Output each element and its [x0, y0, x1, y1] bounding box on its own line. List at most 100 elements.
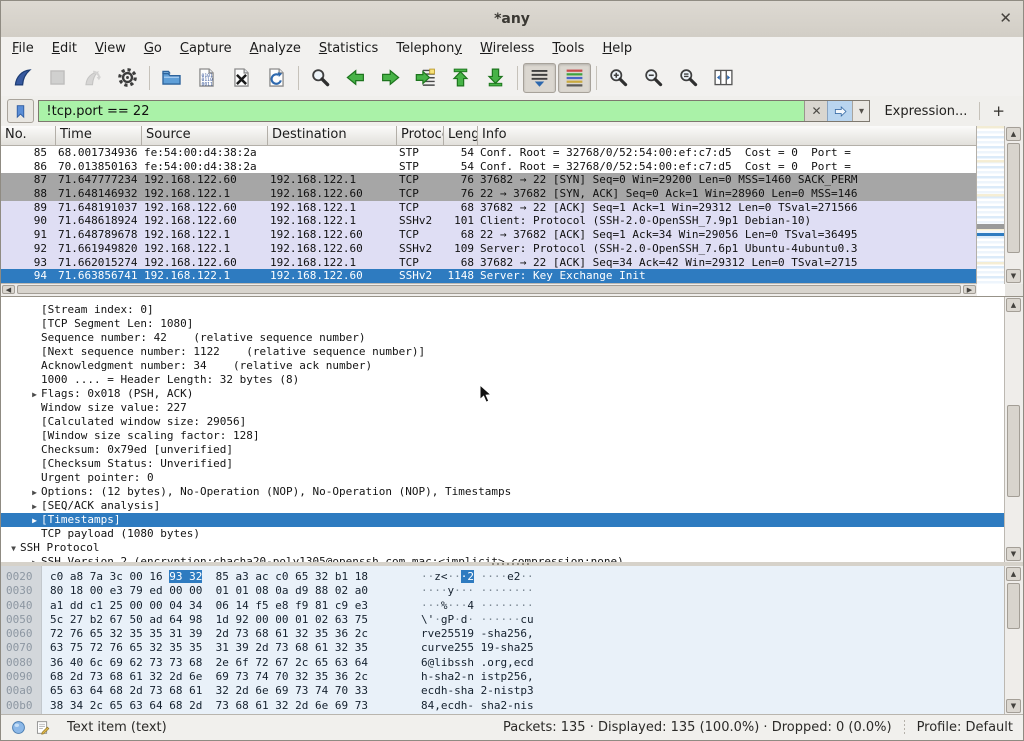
resize-columns-button[interactable]	[707, 63, 740, 93]
detail-line[interactable]: Urgent pointer: 0	[1, 471, 1006, 485]
hex-row[interactable]: 006072 76 65 32 35 35 31 39 2d 73 68 61 …	[1, 627, 1006, 641]
packet-list-vscrollbar[interactable]: ▲ ▼	[1004, 126, 1023, 284]
display-filter-input[interactable]: !tcp.port == 22	[39, 104, 804, 119]
detail-line[interactable]: [Checksum Status: Unverified]	[1, 457, 1006, 471]
packet-row[interactable]: 9171.648789678192.168.122.1192.168.122.6…	[1, 228, 977, 242]
scroll-up-icon[interactable]: ▲	[1006, 127, 1021, 141]
column-header-info[interactable]: Info	[478, 126, 977, 146]
save-file-button[interactable]: 010101100011	[190, 63, 223, 93]
capture-comment-button[interactable]	[35, 720, 50, 735]
packet-row[interactable]: 8971.648191037192.168.122.60192.168.122.…	[1, 201, 977, 215]
detail-line[interactable]: ▶[SEQ/ACK analysis]	[1, 499, 1006, 513]
hex-row[interactable]: 00a065 63 64 68 2d 73 68 61 32 2d 6e 69 …	[1, 684, 1006, 698]
zoom-100-button[interactable]	[672, 63, 705, 93]
packet-row[interactable]: 9471.663856741192.168.122.1192.168.122.6…	[1, 269, 977, 283]
tree-expander-right-icon[interactable]: ▶	[28, 486, 41, 500]
menu-tools[interactable]: Tools	[543, 39, 593, 58]
hex-row[interactable]: 00505c 27 b2 67 50 ad 64 98 1d 92 00 00 …	[1, 613, 1006, 627]
capture-start-button[interactable]	[6, 63, 39, 93]
status-profile[interactable]: Profile: Default	[917, 720, 1013, 735]
detail-vscrollbar[interactable]: ▲ ▼	[1004, 297, 1023, 562]
detail-line[interactable]: ▼SSH Protocol	[1, 541, 1006, 555]
hex-row[interactable]: 007063 75 72 76 65 32 35 35 31 39 2d 73 …	[1, 641, 1006, 655]
scroll-up-icon[interactable]: ▲	[1006, 298, 1021, 312]
hex-row[interactable]: 009068 2d 73 68 61 32 2d 6e 69 73 74 70 …	[1, 670, 1006, 684]
tree-expander-right-icon[interactable]: ▶	[28, 388, 41, 402]
hex-row[interactable]: 008036 40 6c 69 62 73 73 68 2e 6f 72 67 …	[1, 656, 1006, 670]
go-to-packet-button[interactable]	[409, 63, 442, 93]
detail-line[interactable]: ▶SSH Version 2 (encryption:chacha20-poly…	[1, 555, 1006, 562]
packet-row[interactable]: 9271.661949820192.168.122.1192.168.122.6…	[1, 242, 977, 256]
detail-line[interactable]: Acknowledgment number: 34 (relative ack …	[1, 359, 1006, 373]
hex-row[interactable]: 00b038 34 2c 65 63 64 68 2d 73 68 61 32 …	[1, 699, 1006, 713]
packet-row[interactable]: 9071.648618924192.168.122.60192.168.122.…	[1, 214, 977, 228]
filter-clear-icon[interactable]: ✕	[804, 101, 827, 121]
scroll-up-icon[interactable]: ▲	[1006, 567, 1021, 581]
hex-row[interactable]: 003080 18 00 e3 79 ed 00 00 01 01 08 0a …	[1, 584, 1006, 598]
detail-line[interactable]: Window size value: 227	[1, 401, 1006, 415]
filter-apply-button[interactable]	[827, 101, 852, 121]
detail-line[interactable]: TCP payload (1080 bytes)	[1, 527, 1006, 541]
detail-line[interactable]: Checksum: 0x79ed [unverified]	[1, 443, 1006, 457]
menu-view[interactable]: View	[86, 39, 135, 58]
reload-file-button[interactable]	[260, 63, 293, 93]
bytes-vscroll-thumb[interactable]	[1007, 583, 1020, 629]
scroll-down-icon[interactable]: ▼	[1006, 547, 1021, 561]
auto-scroll-button[interactable]	[523, 63, 556, 93]
filter-bookmark-button[interactable]	[7, 99, 34, 123]
menu-edit[interactable]: Edit	[43, 39, 86, 58]
minimap-viewport[interactable]	[977, 224, 1005, 229]
zoom-out-button[interactable]	[637, 63, 670, 93]
detail-line[interactable]: ▶[Timestamps]	[1, 513, 1006, 527]
menu-wireless[interactable]: Wireless	[471, 39, 543, 58]
menu-go[interactable]: Go	[135, 39, 171, 58]
scroll-down-icon[interactable]: ▼	[1006, 269, 1021, 283]
display-filter-field[interactable]: !tcp.port == 22 ✕ ▾	[38, 100, 870, 122]
expression-button[interactable]: Expression...	[870, 104, 979, 119]
packet-row[interactable]: 8670.013850163fe:54:00:d4:38:2aSTP54Conf…	[1, 160, 977, 174]
detail-line[interactable]: [Stream index: 0]	[1, 303, 1006, 317]
filter-dropdown-caret[interactable]: ▾	[852, 101, 869, 121]
capture-options-button[interactable]	[111, 63, 144, 93]
column-header-length[interactable]: Length	[444, 126, 478, 146]
menu-help[interactable]: Help	[593, 39, 641, 58]
packet-list-hscroll-thumb[interactable]	[17, 285, 961, 294]
colorize-button[interactable]	[558, 63, 591, 93]
expert-info-button[interactable]	[11, 720, 26, 735]
close-icon[interactable]: ✕	[999, 9, 1012, 27]
detail-line[interactable]: [TCP Segment Len: 1080]	[1, 317, 1006, 331]
menu-file[interactable]: File	[3, 39, 43, 58]
detail-line[interactable]: [Next sequence number: 1122 (relative se…	[1, 345, 1006, 359]
tree-expander-right-icon[interactable]: ▶	[28, 514, 41, 528]
zoom-in-button[interactable]	[602, 63, 635, 93]
packet-list-hscrollbar[interactable]: ◀ ▶	[1, 283, 977, 296]
menu-analyze[interactable]: Analyze	[241, 39, 310, 58]
detail-line[interactable]: Sequence number: 42 (relative sequence n…	[1, 331, 1006, 345]
column-header-protocol[interactable]: Protocol	[397, 126, 444, 146]
go-last-button[interactable]	[479, 63, 512, 93]
column-header-time[interactable]: Time	[56, 126, 142, 146]
tree-expander-down-icon[interactable]: ▼	[7, 542, 20, 556]
packet-list-minimap[interactable]	[976, 126, 1005, 284]
scroll-down-icon[interactable]: ▼	[1006, 699, 1021, 713]
column-header-destination[interactable]: Destination	[268, 126, 397, 146]
filter-add-button[interactable]: +	[980, 102, 1017, 120]
hex-row[interactable]: 0020c0 a8 7a 3c 00 16 93 32 85 a3 ac c0 …	[1, 570, 1006, 584]
go-forward-button[interactable]	[374, 63, 407, 93]
go-first-button[interactable]	[444, 63, 477, 93]
capture-restart-button[interactable]	[76, 63, 109, 93]
hex-row[interactable]: 0040a1 dd c1 25 00 00 04 34 06 14 f5 e8 …	[1, 599, 1006, 613]
detail-line[interactable]: ▶Options: (12 bytes), No-Operation (NOP)…	[1, 485, 1006, 499]
detail-line[interactable]: [Calculated window size: 29056]	[1, 415, 1006, 429]
find-packet-button[interactable]	[304, 63, 337, 93]
detail-vscroll-thumb[interactable]	[1007, 405, 1020, 497]
detail-line[interactable]: ▶Flags: 0x018 (PSH, ACK)	[1, 387, 1006, 401]
detail-line[interactable]: 1000 .... = Header Length: 32 bytes (8)	[1, 373, 1006, 387]
packet-row[interactable]: 8871.648146932192.168.122.1192.168.122.6…	[1, 187, 977, 201]
tree-expander-right-icon[interactable]: ▶	[28, 500, 41, 514]
column-header-source[interactable]: Source	[142, 126, 268, 146]
close-file-button[interactable]	[225, 63, 258, 93]
packet-row[interactable]: 8771.647777234192.168.122.60192.168.122.…	[1, 173, 977, 187]
packet-row[interactable]: 8568.001734936fe:54:00:d4:38:2aSTP54Conf…	[1, 146, 977, 160]
bytes-vscrollbar[interactable]: ▲ ▼	[1004, 566, 1023, 714]
